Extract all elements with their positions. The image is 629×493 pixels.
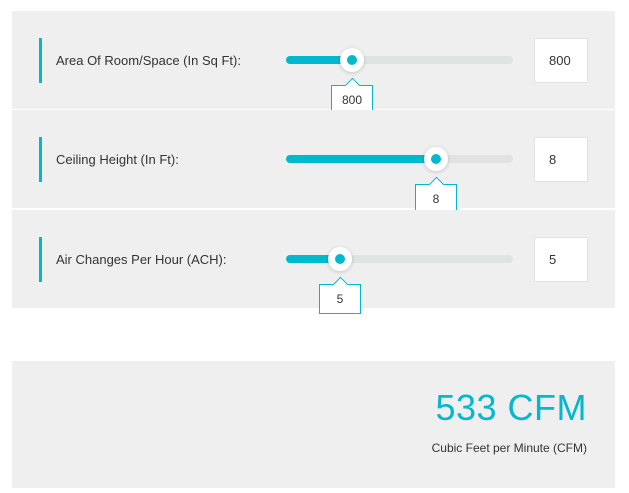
accent-bar bbox=[39, 38, 42, 83]
area-input[interactable] bbox=[534, 38, 588, 83]
ach-slider-tooltip: 5 bbox=[319, 284, 361, 314]
ach-slider-row: Air Changes Per Hour (ACH): 5 bbox=[12, 210, 615, 314]
cfm-result-value: 533 CFM bbox=[435, 387, 587, 428]
ceiling-height-slider-row: Ceiling Height (In Ft): 8 bbox=[12, 110, 615, 214]
ach-input[interactable] bbox=[534, 237, 588, 282]
area-slider-row: Area Of Room/Space (In Sq Ft): 800 bbox=[12, 11, 615, 115]
ceiling-height-input[interactable] bbox=[534, 137, 588, 182]
area-label: Area Of Room/Space (In Sq Ft): bbox=[56, 52, 241, 68]
accent-bar bbox=[39, 237, 42, 282]
ceiling-height-label: Ceiling Height (In Ft): bbox=[56, 151, 179, 167]
ceiling-height-slider-track[interactable]: 8 bbox=[286, 147, 513, 214]
cfm-result-caption: Cubic Feet per Minute (CFM) bbox=[431, 441, 587, 455]
ach-label: Air Changes Per Hour (ACH): bbox=[56, 251, 227, 267]
area-slider-thumb[interactable] bbox=[340, 48, 364, 72]
ceiling-height-slider-thumb[interactable] bbox=[424, 147, 448, 171]
ach-slider-track[interactable]: 5 bbox=[286, 247, 513, 314]
ceiling-height-slider-fill bbox=[286, 155, 436, 163]
result-panel: 533 CFM Cubic Feet per Minute (CFM) bbox=[12, 361, 615, 488]
ach-slider-thumb[interactable] bbox=[328, 247, 352, 271]
area-slider-track[interactable]: 800 bbox=[286, 48, 513, 115]
accent-bar bbox=[39, 137, 42, 182]
